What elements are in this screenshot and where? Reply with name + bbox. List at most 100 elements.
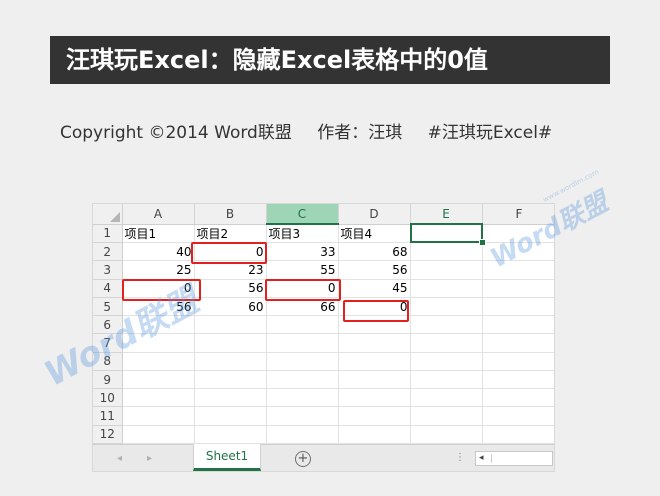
cell-c1[interactable]: 项目3 [266, 224, 339, 244]
cell-c4[interactable]: 0 [266, 279, 339, 298]
select-all-corner[interactable] [93, 204, 123, 225]
row-header-6[interactable]: 6 [93, 315, 123, 335]
cell-a8[interactable] [122, 352, 195, 371]
cell-f9[interactable] [482, 370, 554, 390]
cell-a5[interactable]: 56 [122, 297, 195, 317]
column-header-c[interactable]: C [266, 204, 339, 225]
cell-a10[interactable] [122, 388, 195, 408]
cell-d10[interactable] [338, 388, 411, 408]
cell-b8[interactable] [194, 352, 267, 371]
cell-c2[interactable]: 33 [266, 242, 339, 262]
tab-scroll-left-icon[interactable]: ◂ [117, 453, 122, 464]
cell-f7[interactable] [482, 333, 554, 353]
cell-b6[interactable] [194, 315, 267, 335]
cell-d1[interactable]: 项目4 [338, 224, 411, 244]
cell-f1[interactable] [482, 224, 554, 244]
scroll-left-arrow-icon[interactable]: ◂ [479, 453, 484, 463]
cell-b12[interactable] [194, 425, 267, 445]
cell-c6[interactable] [266, 315, 339, 335]
cell-d8[interactable] [338, 352, 411, 371]
cell-e2[interactable] [410, 242, 483, 262]
cell-d12[interactable] [338, 425, 411, 445]
cell-a4[interactable]: 0 [122, 279, 195, 298]
column-header-e[interactable]: E [410, 204, 483, 225]
tab-sheet1[interactable]: Sheet1 [193, 444, 261, 471]
row-header-1[interactable]: 1 [93, 224, 123, 244]
row-header-7[interactable]: 7 [93, 333, 123, 353]
cell-f8[interactable] [482, 352, 554, 371]
cell-d4[interactable]: 45 [338, 279, 411, 298]
cell-f12[interactable] [482, 425, 554, 445]
cell-c3[interactable]: 55 [266, 260, 339, 280]
row-header-12[interactable]: 12 [93, 425, 123, 445]
cell-f5[interactable] [482, 297, 554, 317]
cell-b7[interactable] [194, 333, 267, 353]
cell-a2[interactable]: 40 [122, 242, 195, 262]
cell-c9[interactable] [266, 370, 339, 390]
cell-d11[interactable] [338, 406, 411, 426]
column-header-f[interactable]: F [482, 204, 554, 225]
cell-a1[interactable]: 项目1 [122, 224, 195, 244]
cell-b11[interactable] [194, 406, 267, 426]
cell-e8[interactable] [410, 352, 483, 371]
cell-c10[interactable] [266, 388, 339, 408]
cell-e9[interactable] [410, 370, 483, 390]
cell-d9[interactable] [338, 370, 411, 390]
cell-d2[interactable]: 68 [338, 242, 411, 262]
cell-d3[interactable]: 56 [338, 260, 411, 280]
cell-d5[interactable]: 0 [338, 297, 411, 317]
cell-c8[interactable] [266, 352, 339, 371]
cell-a3[interactable]: 25 [122, 260, 195, 280]
column-header-b[interactable]: B [194, 204, 267, 225]
tab-scroll-right-icon[interactable]: ▸ [147, 453, 152, 464]
cell-c5[interactable]: 66 [266, 297, 339, 317]
cell-d6[interactable] [338, 315, 411, 335]
column-header-a[interactable]: A [122, 204, 195, 225]
row-header-8[interactable]: 8 [93, 352, 123, 371]
cell-f3[interactable] [482, 260, 554, 280]
row-header-10[interactable]: 10 [93, 388, 123, 408]
cell-e5[interactable] [410, 297, 483, 317]
cell-b5[interactable]: 60 [194, 297, 267, 317]
cell-b1[interactable]: 项目2 [194, 224, 267, 244]
cell-e4[interactable] [410, 279, 483, 298]
cell-f4[interactable] [482, 279, 554, 298]
cell-c12[interactable] [266, 425, 339, 445]
cell-a11[interactable] [122, 406, 195, 426]
cell-e6[interactable] [410, 315, 483, 335]
cell-e12[interactable] [410, 425, 483, 445]
cell-f2[interactable] [482, 242, 554, 262]
cell-e7[interactable] [410, 333, 483, 353]
row-header-3[interactable]: 3 [93, 260, 123, 280]
plus-circle-icon[interactable]: + [295, 451, 311, 467]
row-header-5[interactable]: 5 [93, 297, 123, 317]
row-header-4[interactable]: 4 [93, 279, 123, 298]
cell-a6[interactable] [122, 315, 195, 335]
cell-b4[interactable]: 56 [194, 279, 267, 298]
cell-a9[interactable] [122, 370, 195, 390]
cell-d7[interactable] [338, 333, 411, 353]
cell-f6[interactable] [482, 315, 554, 335]
row-header-2[interactable]: 2 [93, 242, 123, 262]
cell-c7[interactable] [266, 333, 339, 353]
cell-b3[interactable]: 23 [194, 260, 267, 280]
cell-b2[interactable]: 0 [194, 242, 267, 262]
tab-split-handle[interactable]: ⋮ [455, 452, 465, 463]
cell-f10[interactable] [482, 388, 554, 408]
cell-c11[interactable] [266, 406, 339, 426]
fill-handle[interactable] [479, 239, 486, 246]
cell-e10[interactable] [410, 388, 483, 408]
cell-e11[interactable] [410, 406, 483, 426]
cell-a12[interactable] [122, 425, 195, 445]
row-header-9[interactable]: 9 [93, 370, 123, 390]
cell-e3[interactable] [410, 260, 483, 280]
scrollbar-thumb[interactable] [491, 454, 552, 463]
horizontal-scrollbar[interactable]: ◂ [475, 451, 553, 466]
cell-b9[interactable] [194, 370, 267, 390]
cell-a7[interactable] [122, 333, 195, 353]
select-all-triangle-icon [109, 211, 120, 222]
column-header-d[interactable]: D [338, 204, 411, 225]
cell-f11[interactable] [482, 406, 554, 426]
row-header-11[interactable]: 11 [93, 406, 123, 426]
cell-b10[interactable] [194, 388, 267, 408]
